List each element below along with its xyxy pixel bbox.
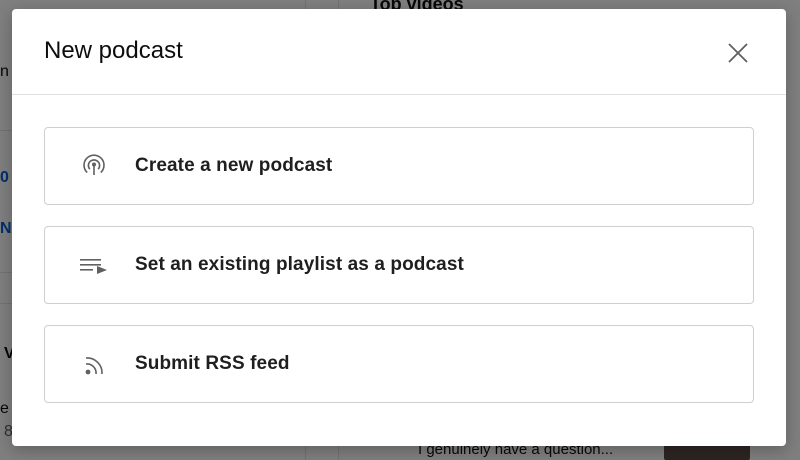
option-label: Set an existing playlist as a podcast (135, 254, 464, 275)
podcast-icon (79, 151, 109, 181)
set-playlist-as-podcast-option[interactable]: Set an existing playlist as a podcast (44, 226, 754, 304)
close-icon (728, 43, 748, 63)
close-button[interactable] (718, 33, 758, 73)
create-new-podcast-option[interactable]: Create a new podcast (44, 127, 754, 205)
submit-rss-feed-option[interactable]: Submit RSS feed (44, 325, 754, 403)
dialog-title: New podcast (44, 37, 183, 64)
option-label: Create a new podcast (135, 155, 333, 176)
new-podcast-dialog: New podcast Create a new podcast Set an … (12, 9, 786, 446)
dialog-header: New podcast (12, 9, 786, 95)
playlist-icon (79, 250, 109, 280)
option-label: Submit RSS feed (135, 353, 290, 374)
rss-feed-icon (79, 349, 109, 379)
